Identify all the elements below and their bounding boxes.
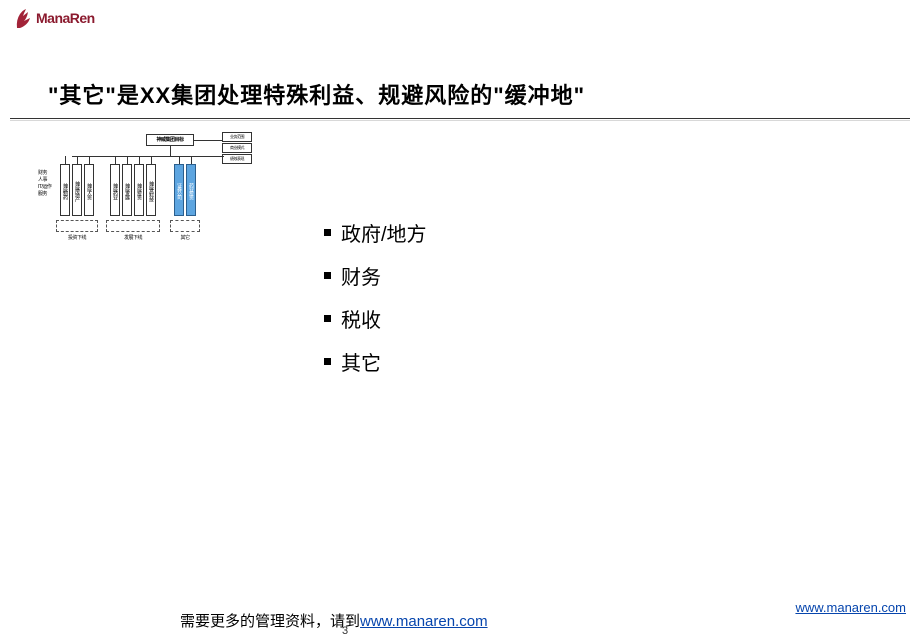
org-connector	[72, 156, 224, 157]
org-group-box	[170, 220, 200, 232]
title-underline	[10, 118, 910, 119]
bullet-icon	[324, 315, 331, 322]
org-group-box	[56, 220, 98, 232]
org-group-label: 投资下线	[56, 234, 98, 241]
org-right-box: 业务范围	[222, 132, 252, 142]
org-column: 神威人资	[84, 164, 94, 216]
org-column: 神威投资	[134, 164, 144, 216]
org-column: 证券公司	[174, 164, 184, 216]
org-column: 药业投资	[186, 164, 196, 216]
list-item: 其它	[324, 347, 427, 376]
corner-link[interactable]: www.manaren.com	[795, 600, 906, 615]
org-left-label: 人事	[38, 177, 51, 184]
bullet-text: 政府/地方	[341, 218, 427, 247]
org-column: 神威药业	[110, 164, 120, 216]
org-connector	[89, 156, 90, 164]
org-connector	[179, 156, 180, 164]
title-prefix: "其它"是	[48, 83, 140, 108]
org-column: 神威制药	[60, 164, 70, 216]
footer-text: 需要更多的管理资料，请到www.manaren.com	[180, 610, 488, 631]
org-group-label: 其它	[170, 234, 200, 241]
list-item: 政府/地方	[324, 218, 427, 247]
list-item: 税收	[324, 304, 427, 333]
bullet-text: 税收	[341, 304, 381, 333]
org-column: 神威高科技	[146, 164, 156, 216]
org-connector	[151, 156, 152, 164]
org-connector	[127, 156, 128, 164]
page-title: "其它"是XX集团处理特殊利益、规避风险的"缓冲地"	[48, 78, 585, 110]
org-connector	[77, 156, 78, 164]
bullet-list: 政府/地方 财务 税收 其它	[324, 218, 427, 390]
bullet-text: 财务	[341, 261, 381, 290]
title-suffix: 集团处理特殊利益、规避风险的"缓冲地"	[171, 83, 585, 108]
logo-icon	[14, 6, 34, 30]
org-right-box: 商业模式	[222, 143, 252, 153]
bullet-text: 其它	[341, 347, 381, 376]
org-connector	[139, 156, 140, 164]
org-column: 神威发展	[122, 164, 132, 216]
org-chart: 神威集团目标 业务范围 商业模式 绩效表现 财务 人事 IT/运作 服务 神威制…	[38, 134, 252, 254]
bullet-icon	[324, 272, 331, 279]
title-xx: XX	[140, 83, 171, 108]
org-group-label: 发展下线	[106, 234, 160, 241]
org-right-boxes: 业务范围 商业模式 绩效表现	[222, 132, 252, 165]
org-connector	[170, 146, 171, 156]
org-connector	[194, 140, 222, 141]
org-connector	[65, 156, 66, 164]
org-top-box: 神威集团目标	[146, 134, 194, 146]
org-left-label: IT/运作	[38, 184, 51, 191]
logo-text: ManaRen	[36, 10, 95, 26]
org-left-label: 服务	[38, 191, 51, 198]
footer-prefix: 需要更多的管理资料，请到	[180, 613, 360, 630]
bullet-icon	[324, 229, 331, 236]
org-group-box	[106, 220, 160, 232]
org-connector	[115, 156, 116, 164]
bullet-icon	[324, 358, 331, 365]
org-left-labels: 财务 人事 IT/运作 服务	[38, 170, 51, 198]
list-item: 财务	[324, 261, 427, 290]
corner-link-wrap: www.manaren.com	[795, 600, 906, 615]
org-column: 神威房地产	[72, 164, 82, 216]
org-left-label: 财务	[38, 170, 51, 177]
title-underline-shadow	[10, 120, 910, 121]
footer-link[interactable]: www.manaren.com	[360, 613, 488, 630]
page-number: 3	[342, 625, 348, 637]
logo: ManaRen	[14, 6, 95, 30]
org-right-box: 绩效表现	[222, 154, 252, 164]
org-connector	[191, 156, 192, 164]
